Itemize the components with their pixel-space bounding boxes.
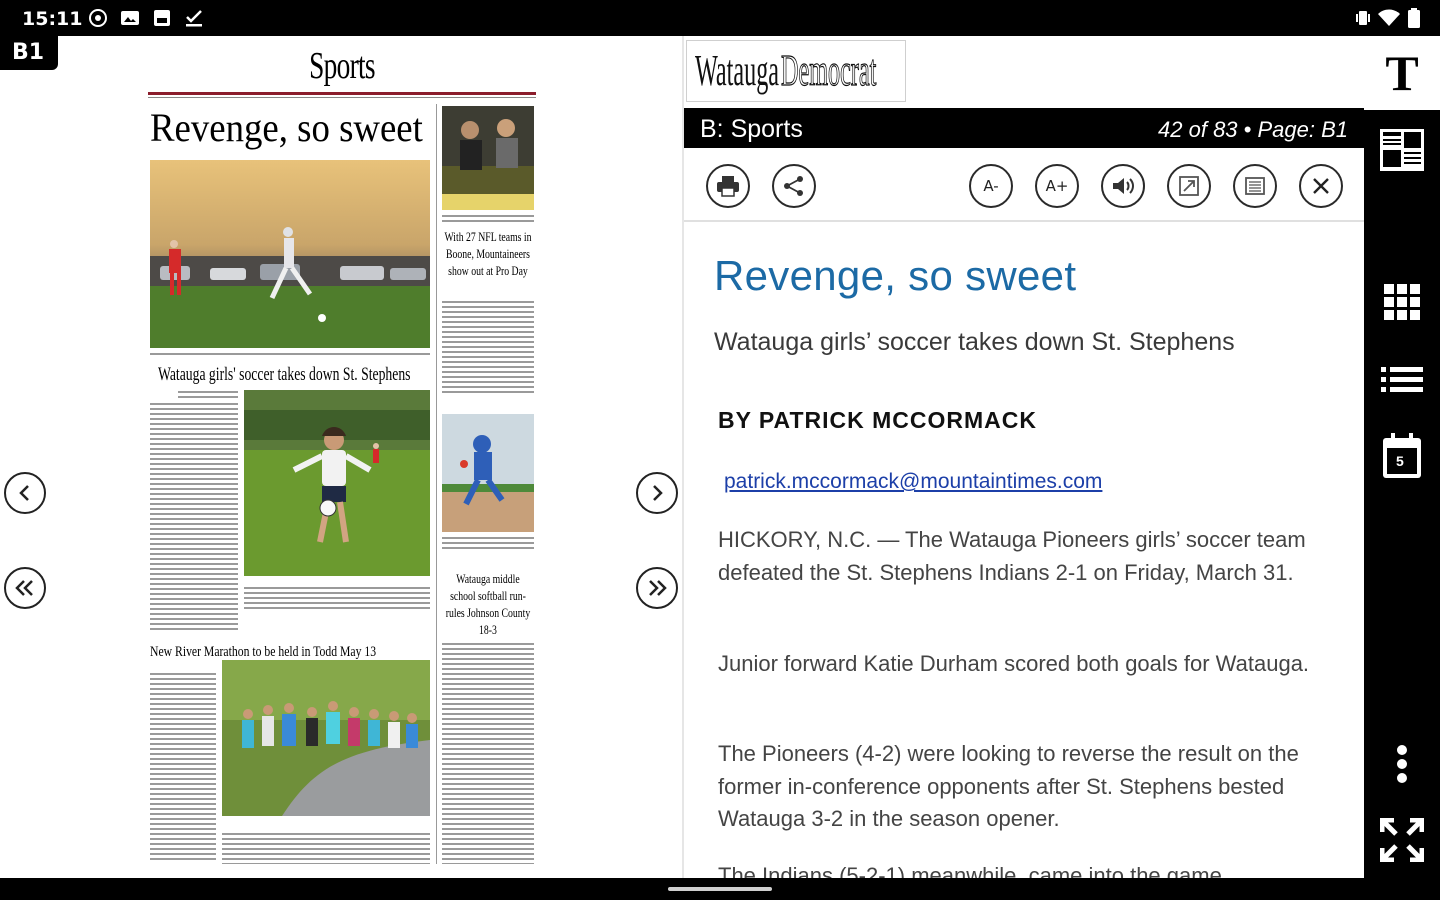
speaker-icon xyxy=(1113,178,1134,194)
next-page-button[interactable] xyxy=(636,472,678,514)
section-name: B: Sports xyxy=(700,115,803,143)
last-page-button[interactable] xyxy=(636,567,678,609)
font-decrease-label: A- xyxy=(983,177,999,195)
newspaper-bottom-headline: New River Marathon to be held in Todd Ma… xyxy=(150,644,377,660)
photo-caption-block xyxy=(244,586,430,610)
system-navigation-bar xyxy=(0,878,1440,900)
chevron-right-icon xyxy=(653,485,663,501)
double-chevron-left-icon xyxy=(15,580,33,596)
side-caption-block xyxy=(442,214,534,224)
double-chevron-right-icon xyxy=(649,580,667,596)
byline-text-block xyxy=(178,390,238,398)
close-icon xyxy=(1313,178,1329,194)
side-headline-softball: Watauga middle school softball run-rules… xyxy=(445,571,531,637)
font-decrease-button[interactable]: A- xyxy=(969,164,1013,208)
article-paragraph: Junior forward Katie Durham scored both … xyxy=(718,651,1310,676)
more-options-button[interactable] xyxy=(1378,740,1426,788)
column-rule xyxy=(436,104,437,864)
page-layout-button[interactable] xyxy=(1378,126,1426,174)
fullscreen-button[interactable] xyxy=(1378,816,1426,864)
bottom-text-column xyxy=(150,672,216,862)
prev-page-button[interactable] xyxy=(4,472,46,514)
battery-icon xyxy=(1408,8,1420,33)
fullscreen-icon xyxy=(1380,818,1424,862)
home-gesture-handle[interactable] xyxy=(668,887,772,891)
view-on-page-button[interactable] xyxy=(1233,164,1277,208)
vpn-icon xyxy=(88,8,108,28)
print-icon xyxy=(717,176,739,197)
author-email-link[interactable]: patrick.mccormack@mountaintimes.com xyxy=(724,470,1102,494)
status-notification-icons xyxy=(88,8,204,28)
vibrate-icon xyxy=(1356,8,1370,33)
font-increase-label: A+ xyxy=(1045,177,1069,195)
article-paragraph: The Pioneers (4-2) were looking to rever… xyxy=(718,741,1299,831)
status-time: 15:11 xyxy=(22,8,83,30)
page-view-icon xyxy=(1245,177,1265,195)
photo-football-pro-day xyxy=(442,106,534,210)
newspaper-main-headline: Revenge, so sweet xyxy=(150,105,423,150)
more-vertical-icon xyxy=(1397,745,1407,783)
image-icon xyxy=(120,8,140,28)
page-viewer[interactable]: B1 Sports Revenge, so sweet Watauga girl… xyxy=(0,36,683,878)
calendar-day: 5 xyxy=(1396,453,1404,469)
masthead-rule-thin xyxy=(148,97,536,98)
bottom-caption-block xyxy=(222,832,430,864)
chevron-left-icon xyxy=(19,485,29,501)
page-label: B1 xyxy=(0,36,59,70)
masthead-rule xyxy=(148,92,536,95)
article-toolbar: A- A+ xyxy=(684,148,1364,222)
photo-marathon-runners xyxy=(222,660,430,816)
close-article-button[interactable] xyxy=(1299,164,1343,208)
logo-word-2: Democrat xyxy=(781,45,877,95)
article-byline: BY PATRICK MCCORMACK xyxy=(718,407,1037,433)
text-view-button[interactable]: T xyxy=(1364,36,1440,110)
side-caption-block-2 xyxy=(442,536,534,550)
share-button[interactable] xyxy=(772,164,816,208)
list-icon xyxy=(1381,367,1423,392)
wifi-icon xyxy=(1378,8,1400,33)
grid-icon xyxy=(1384,284,1420,320)
newspaper-main-subhead: Watauga girls' soccer takes down St. Ste… xyxy=(158,364,411,385)
print-button[interactable] xyxy=(706,164,750,208)
side-text-block-2 xyxy=(442,642,534,864)
newspaper-layout-icon xyxy=(1380,129,1424,171)
app-root: 15:11 B1 Sports Revenge, so sweet Wataug… xyxy=(0,0,1440,900)
newspaper-page-thumbnail[interactable]: Sports Revenge, so sweet Watauga girls' … xyxy=(148,42,536,872)
section-bar: B: Sports 42 of 83 • Page: B1 xyxy=(684,108,1364,148)
page-position: 42 of 83 • Page: B1 xyxy=(1158,117,1348,142)
article-paragraph: The Indians (5-2-1) meanwhile, came into… xyxy=(718,863,1222,878)
font-increase-button[interactable]: A+ xyxy=(1035,164,1079,208)
publication-logo: Watauga Democrat xyxy=(686,40,906,102)
photo-softball-runner xyxy=(442,414,534,532)
photo-soccer-sunset xyxy=(150,160,430,348)
issue-calendar-button[interactable]: 5 xyxy=(1378,432,1426,480)
article-text-column xyxy=(150,402,238,632)
article-content[interactable]: Revenge, so sweet Watauga girls’ soccer … xyxy=(684,224,1364,878)
expand-article-button[interactable] xyxy=(1167,164,1211,208)
share-icon xyxy=(784,176,803,196)
read-aloud-button[interactable] xyxy=(1101,164,1145,208)
logo-word-1: Watauga xyxy=(695,46,780,95)
side-headline-pro-day: With 27 NFL teams in Boone, Mountaineers… xyxy=(444,229,532,278)
side-text-block xyxy=(442,300,534,396)
gallery-icon xyxy=(152,8,172,28)
right-rail: T 5 xyxy=(1364,36,1440,878)
article-paragraph: HICKORY, N.C. — The Watauga Pioneers gir… xyxy=(718,527,1306,585)
status-bar: 15:11 xyxy=(0,0,1440,36)
article-list-button[interactable] xyxy=(1378,356,1426,404)
first-page-button[interactable] xyxy=(4,567,46,609)
text-mode-label: T xyxy=(1385,45,1419,101)
status-system-icons xyxy=(1356,8,1420,33)
newspaper-section-title: Sports xyxy=(309,45,375,87)
caption-text-block xyxy=(150,352,430,358)
article-subtitle: Watauga girls’ soccer takes down St. Ste… xyxy=(714,328,1235,356)
expand-icon xyxy=(1179,176,1199,196)
page-grid-button[interactable] xyxy=(1378,278,1426,326)
photo-soccer-player xyxy=(244,390,430,576)
article-title: Revenge, so sweet xyxy=(714,252,1077,299)
checklist-icon xyxy=(184,8,204,28)
